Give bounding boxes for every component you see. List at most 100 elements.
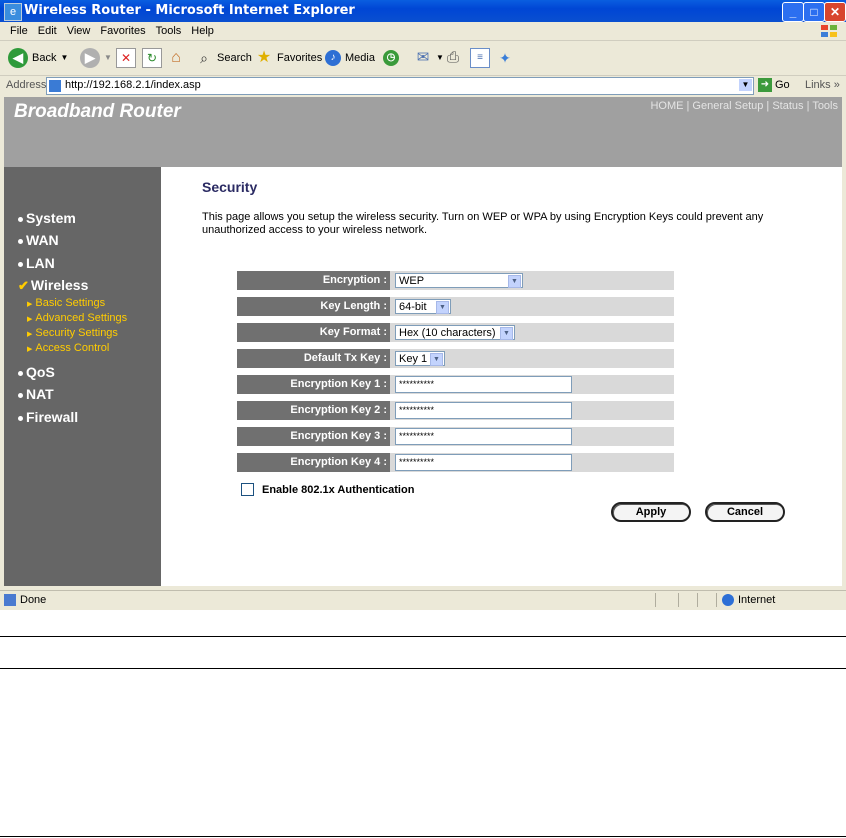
sidebar-item-system[interactable]: System <box>18 210 76 226</box>
stop-button[interactable]: ✕ <box>116 47 136 69</box>
maximize-button[interactable]: □ <box>803 2 825 22</box>
menu-favorites[interactable]: Favorites <box>100 22 145 40</box>
key-length-select[interactable]: 64-bit ▼ <box>395 299 451 314</box>
checkmark-icon: ✔ <box>18 278 29 293</box>
key-format-select[interactable]: Hex (10 characters) ▼ <box>395 325 515 340</box>
nav-separator: | <box>803 100 813 112</box>
subitem-advanced-settings[interactable]: ▶ Advanced Settings <box>27 312 127 324</box>
menu-view[interactable]: View <box>67 22 91 40</box>
nav-separator: | <box>763 100 773 112</box>
subitem-security-settings[interactable]: ▶ Security Settings <box>27 327 118 339</box>
status-zone-label: Internet <box>738 594 776 606</box>
enable-8021x-option[interactable]: Enable 802.1x Authentication <box>241 483 414 496</box>
status-divider <box>716 593 717 607</box>
stop-icon: ✕ <box>116 48 136 68</box>
nav-home[interactable]: HOME <box>650 100 683 112</box>
go-arrow-icon: ➜ <box>758 78 772 92</box>
subitem-label: Security Settings <box>35 327 118 339</box>
cancel-button[interactable]: Cancel <box>705 502 785 522</box>
encryption-key-2-input[interactable]: ********** <box>395 402 572 419</box>
encryption-row: Encryption : WEP ▼ <box>237 271 674 290</box>
default-tx-key-select[interactable]: Key 1 ▼ <box>395 351 445 366</box>
forward-button[interactable]: ▶ ▼ <box>80 47 112 69</box>
enable-8021x-checkbox[interactable] <box>241 483 254 496</box>
search-label: Search <box>217 52 252 64</box>
menu-file[interactable]: File <box>10 22 28 40</box>
history-icon: ◷ <box>383 50 399 66</box>
close-button[interactable]: ✕ <box>824 2 846 22</box>
title-bar: e Wireless Router - Microsoft Internet E… <box>0 0 846 22</box>
toolbar: ◀ Back ▼ ▶ ▼ ✕ ↻ ⌂ ⌕ Search ★ Favorites … <box>0 41 846 76</box>
star-icon: ★ <box>256 49 272 66</box>
sidebar-item-nat[interactable]: NAT <box>18 386 54 402</box>
sidebar-item-label: Wireless <box>30 277 89 293</box>
windows-logo-icon <box>821 25 837 37</box>
address-input[interactable]: http://192.168.2.1/index.asp ▼ <box>46 77 754 95</box>
bullet-icon <box>18 238 23 244</box>
minimize-button[interactable]: _ <box>782 2 804 22</box>
favorites-button[interactable]: ★ Favorites <box>255 47 322 69</box>
media-label: Media <box>345 52 375 64</box>
divider-line <box>0 836 846 837</box>
window-title: Wireless Router - Microsoft Internet Exp… <box>24 3 355 18</box>
key-length-row: Key Length : 64-bit ▼ <box>237 297 674 316</box>
encryption-key-3-input[interactable]: ********** <box>395 428 572 445</box>
apply-button[interactable]: Apply <box>611 502 691 522</box>
links-label: Links <box>805 79 831 91</box>
home-button[interactable]: ⌂ <box>167 47 185 69</box>
ie-icon: e <box>4 3 22 21</box>
refresh-button[interactable]: ↻ <box>142 47 162 69</box>
sidebar-item-qos[interactable]: QoS <box>18 364 55 380</box>
history-button[interactable]: ◷ <box>383 47 399 69</box>
media-button[interactable]: ♪ Media <box>325 47 375 69</box>
encryption-key-1-row: Encryption Key 1 : ********** <box>237 375 674 394</box>
chevron-down-icon: ▼ <box>436 301 449 314</box>
mail-icon: ✉ <box>416 49 430 66</box>
back-label: Back <box>32 52 57 64</box>
encryption-key-3-label: Encryption Key 3 : <box>237 427 390 446</box>
sidebar-item-firewall[interactable]: Firewall <box>18 409 78 425</box>
back-button[interactable]: ◀ Back ▼ <box>8 47 68 69</box>
top-nav: HOME | General Setup | Status | Tools <box>650 100 838 112</box>
encryption-select[interactable]: WEP ▼ <box>395 273 523 288</box>
edit-button[interactable]: ≡ <box>470 47 490 69</box>
subitem-basic-settings[interactable]: ▶ Basic Settings <box>27 297 105 309</box>
divider-line <box>0 636 846 637</box>
sidebar-item-label: LAN <box>26 255 55 271</box>
page-icon <box>49 80 61 92</box>
links-button[interactable]: Links » <box>805 79 840 91</box>
print-button[interactable]: ⎙ <box>444 47 462 69</box>
default-tx-key-row: Default Tx Key : Key 1 ▼ <box>237 349 674 368</box>
subitem-access-control[interactable]: ▶ Access Control <box>27 342 109 354</box>
mail-button[interactable]: ✉ ▼ <box>414 47 444 69</box>
nav-status[interactable]: Status <box>772 100 803 112</box>
encryption-key-4-input[interactable]: ********** <box>395 454 572 471</box>
print-icon: ⎙ <box>446 49 459 66</box>
key-length-value: 64-bit <box>399 301 427 313</box>
status-divider <box>697 593 698 607</box>
go-button[interactable]: ➜ Go <box>758 78 790 92</box>
menu-tools[interactable]: Tools <box>156 22 182 40</box>
menu-help[interactable]: Help <box>191 22 214 40</box>
sidebar-item-lan[interactable]: LAN <box>18 255 55 271</box>
menu-edit[interactable]: Edit <box>38 22 57 40</box>
nav-general-setup[interactable]: General Setup <box>692 100 763 112</box>
bullet-icon <box>18 216 23 222</box>
encryption-key-1-input[interactable]: ********** <box>395 376 572 393</box>
status-bar: Done Internet <box>0 590 846 609</box>
search-button[interactable]: ⌕ Search <box>195 47 252 69</box>
refresh-icon: ↻ <box>142 48 162 68</box>
triangle-right-icon: ▶ <box>27 316 33 323</box>
media-icon: ♪ <box>325 50 341 66</box>
key-format-label: Key Format : <box>237 323 390 342</box>
key-length-label: Key Length : <box>237 297 390 316</box>
sidebar-item-wireless[interactable]: ✔ Wireless <box>18 277 88 294</box>
sidebar-item-wan[interactable]: WAN <box>18 232 59 248</box>
subitem-label: Access Control <box>35 342 110 354</box>
bullet-icon <box>18 392 23 398</box>
address-dropdown-icon[interactable]: ▼ <box>739 79 752 91</box>
chevron-down-icon: ▼ <box>430 353 443 366</box>
encryption-key-1-label: Encryption Key 1 : <box>237 375 390 394</box>
messenger-button[interactable]: ✦ <box>496 47 514 69</box>
nav-tools[interactable]: Tools <box>812 100 838 112</box>
